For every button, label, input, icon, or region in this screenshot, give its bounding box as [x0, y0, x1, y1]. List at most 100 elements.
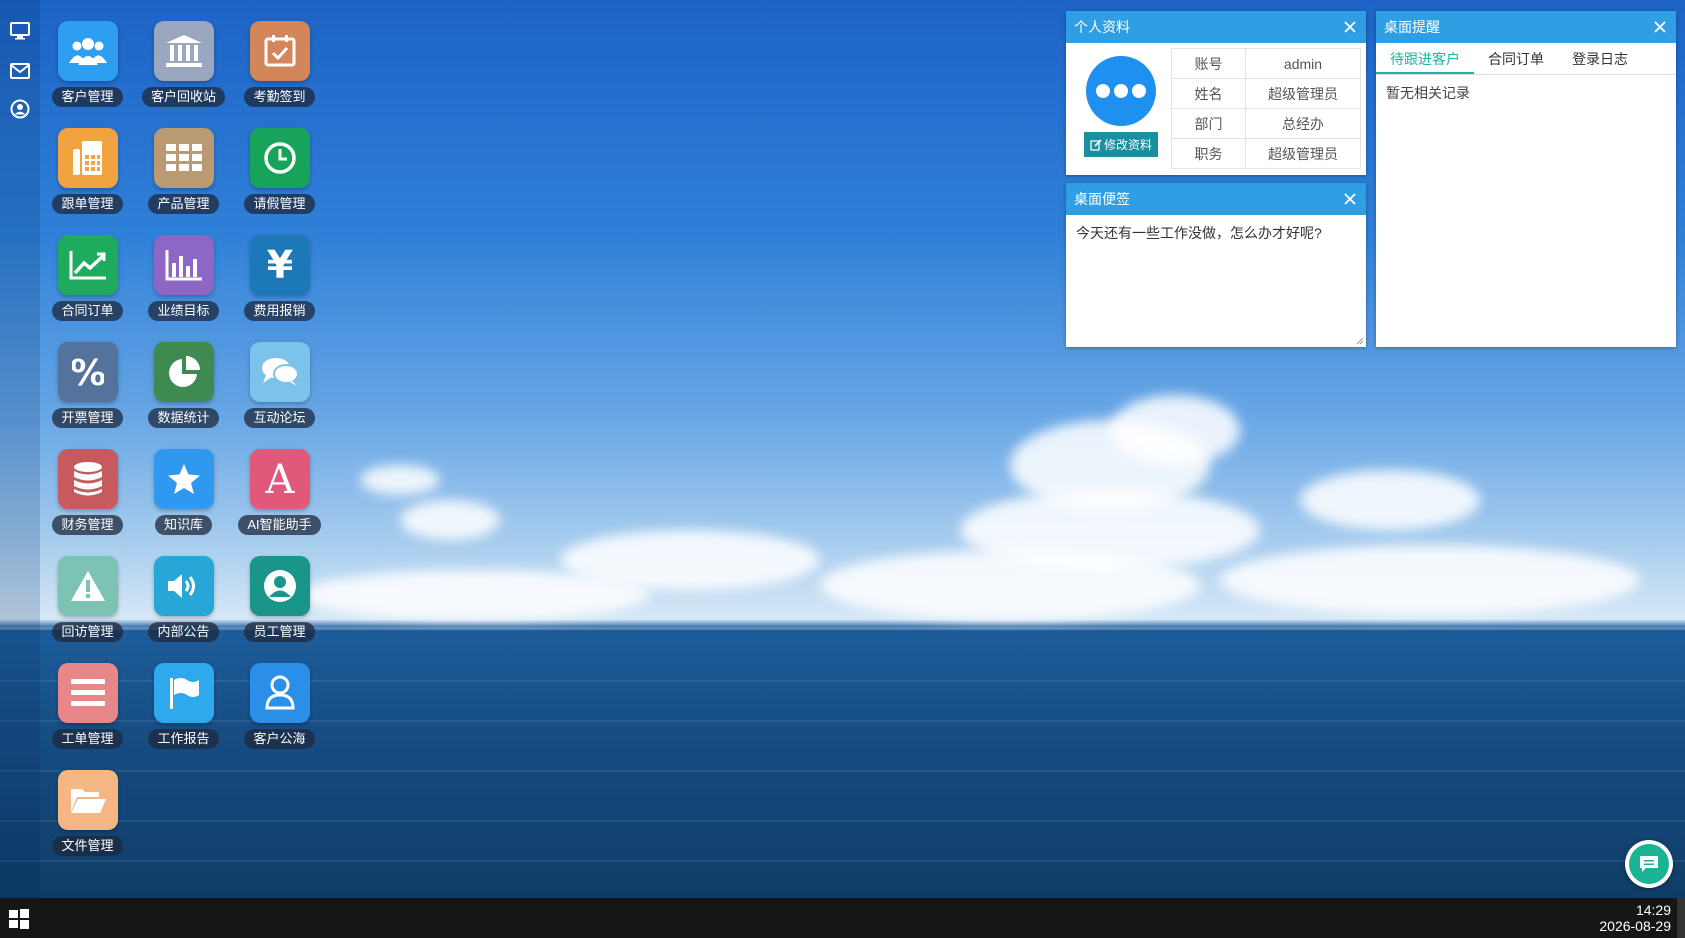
user-circle-icon[interactable]	[9, 98, 31, 120]
desktop-app-label: 请假管理	[244, 194, 315, 214]
desktop-note-widget: 桌面便签	[1066, 183, 1366, 347]
desktop-app-clock[interactable]: 请假管理	[232, 128, 327, 226]
desktop-app-label: 内部公告	[148, 622, 219, 642]
tab-contract-orders[interactable]: 合同订单	[1474, 43, 1558, 74]
table-row: 姓名 超级管理员	[1171, 78, 1361, 109]
table-cell: 超级管理员	[1245, 78, 1361, 109]
table-cell: 总经办	[1245, 108, 1361, 139]
close-icon[interactable]	[1652, 19, 1668, 35]
user-outline-icon	[249, 663, 310, 723]
desktop-app-list[interactable]: 工单管理	[40, 663, 135, 761]
desktop-app-calendar-check[interactable]: 考勤签到	[232, 21, 327, 119]
desktop-app-fax[interactable]: 跟单管理	[40, 128, 135, 226]
svg-text:A: A	[264, 461, 295, 497]
desktop-app-label: 互动论坛	[244, 408, 315, 428]
list-icon	[57, 663, 118, 723]
users-icon	[57, 21, 118, 81]
resize-grip-icon[interactable]	[1354, 335, 1364, 345]
desktop-app-letter-a[interactable]: A AI智能助手	[232, 449, 327, 547]
show-desktop-button[interactable]	[1677, 898, 1685, 938]
desktop-app-database[interactable]: 财务管理	[40, 449, 135, 547]
reminder-tabs: 待跟进客户 合同订单 登录日志	[1376, 43, 1676, 75]
desktop-app-label: 回访管理	[52, 622, 123, 642]
clock-time: 14:29	[1635, 902, 1671, 918]
desktop-app-label: 跟单管理	[52, 194, 123, 214]
chat-bubbles-icon	[249, 342, 310, 402]
edit-profile-button[interactable]: 修改资料	[1083, 132, 1158, 157]
taskbar-clock[interactable]: 14:29 2026-08-29	[1599, 902, 1671, 934]
desktop-app-bank[interactable]: 客户回收站	[136, 21, 231, 119]
reminder-widget-title: 桌面提醒	[1384, 19, 1440, 35]
desktop-app-star[interactable]: 知识库	[136, 449, 231, 547]
desktop-app-label: 文件管理	[52, 836, 123, 856]
chat-button[interactable]	[1625, 840, 1673, 888]
table-row: 账号 admin	[1171, 48, 1361, 79]
desktop-app-chat-bubbles[interactable]: 互动论坛	[232, 342, 327, 440]
warning-icon	[57, 556, 118, 616]
desktop-app-pie-chart[interactable]: 数据统计	[136, 342, 231, 440]
desktop-app-percent[interactable]: % 开票管理	[40, 342, 135, 440]
note-widget-header: 桌面便签	[1066, 183, 1366, 215]
table-cell: 账号	[1171, 48, 1246, 79]
windows-start-icon[interactable]	[8, 908, 30, 930]
desktop-app-label: AI智能助手	[238, 515, 321, 535]
table-row: 职务 超级管理员	[1171, 138, 1361, 169]
calendar-check-icon	[249, 21, 310, 81]
desktop-app-label: 产品管理	[148, 194, 219, 214]
desktop-app-label: 开票管理	[52, 408, 123, 428]
avatar	[1086, 56, 1156, 126]
tab-login-log[interactable]: 登录日志	[1558, 43, 1642, 74]
speaker-icon	[153, 556, 214, 616]
note-widget-title: 桌面便签	[1074, 191, 1130, 207]
svg-text:¥: ¥	[266, 248, 292, 282]
table-cell: 姓名	[1171, 78, 1246, 109]
fax-icon	[57, 128, 118, 188]
svg-text:%: %	[72, 356, 104, 388]
desktop-app-label: 客户回收站	[141, 87, 225, 107]
desktop-app-user-circle[interactable]: 员工管理	[232, 556, 327, 654]
edit-icon	[1090, 138, 1102, 151]
tab-follow-up-customers[interactable]: 待跟进客户	[1376, 43, 1474, 74]
desktop-app-label: 工作报告	[148, 729, 219, 749]
desktop-app-grid[interactable]: 产品管理	[136, 128, 231, 226]
profile-widget: 个人资料 修改资料 账号 admin 姓名 超级管理员 部门 总经办 职务 超级管理员	[1066, 11, 1366, 175]
desktop-app-folder-open[interactable]: 文件管理	[40, 770, 135, 868]
profile-widget-header: 个人资料	[1066, 11, 1366, 43]
desktop-app-label: 费用报销	[244, 301, 315, 321]
clock-icon	[249, 128, 310, 188]
mail-icon[interactable]	[9, 60, 31, 82]
desktop-app-user-outline[interactable]: 客户公海	[232, 663, 327, 761]
bank-icon	[153, 21, 214, 81]
flag-icon	[153, 663, 214, 723]
desktop-app-warning[interactable]: 回访管理	[40, 556, 135, 654]
desktop-app-flag[interactable]: 工作报告	[136, 663, 231, 761]
monitor-icon[interactable]	[9, 20, 31, 42]
desktop-reminder-widget: 桌面提醒 待跟进客户 合同订单 登录日志 暂无相关记录	[1376, 11, 1676, 347]
pie-chart-icon	[153, 342, 214, 402]
empty-state-text: 暂无相关记录	[1386, 85, 1470, 101]
edit-profile-label: 修改资料	[1103, 138, 1152, 152]
side-rail	[0, 0, 40, 898]
bar-chart-icon	[153, 235, 214, 295]
taskbar: 14:29 2026-08-29	[0, 898, 1685, 938]
desktop-app-label: 工单管理	[52, 729, 123, 749]
close-icon[interactable]	[1342, 19, 1358, 35]
desktop-app-speaker[interactable]: 内部公告	[136, 556, 231, 654]
database-icon	[57, 449, 118, 509]
desktop-app-label: 数据统计	[148, 408, 219, 428]
table-cell: admin	[1245, 48, 1361, 79]
note-textarea[interactable]	[1066, 215, 1366, 347]
desktop-app-users[interactable]: 客户管理	[40, 21, 135, 119]
desktop-app-yen[interactable]: ¥ 费用报销	[232, 235, 327, 333]
desktop-app-bar-chart[interactable]: 业绩目标	[136, 235, 231, 333]
table-row: 部门 总经办	[1171, 108, 1361, 139]
profile-info-table: 账号 admin 姓名 超级管理员 部门 总经办 职务 超级管理员	[1171, 48, 1361, 169]
chat-icon	[1640, 856, 1658, 872]
table-cell: 超级管理员	[1245, 138, 1361, 169]
desktop-app-label: 合同订单	[52, 301, 123, 321]
desktop-app-line-chart[interactable]: 合同订单	[40, 235, 135, 333]
desktop-app-label: 考勤签到	[244, 87, 315, 107]
star-icon	[153, 449, 214, 509]
profile-widget-title: 个人资料	[1074, 19, 1130, 35]
close-icon[interactable]	[1342, 191, 1358, 207]
